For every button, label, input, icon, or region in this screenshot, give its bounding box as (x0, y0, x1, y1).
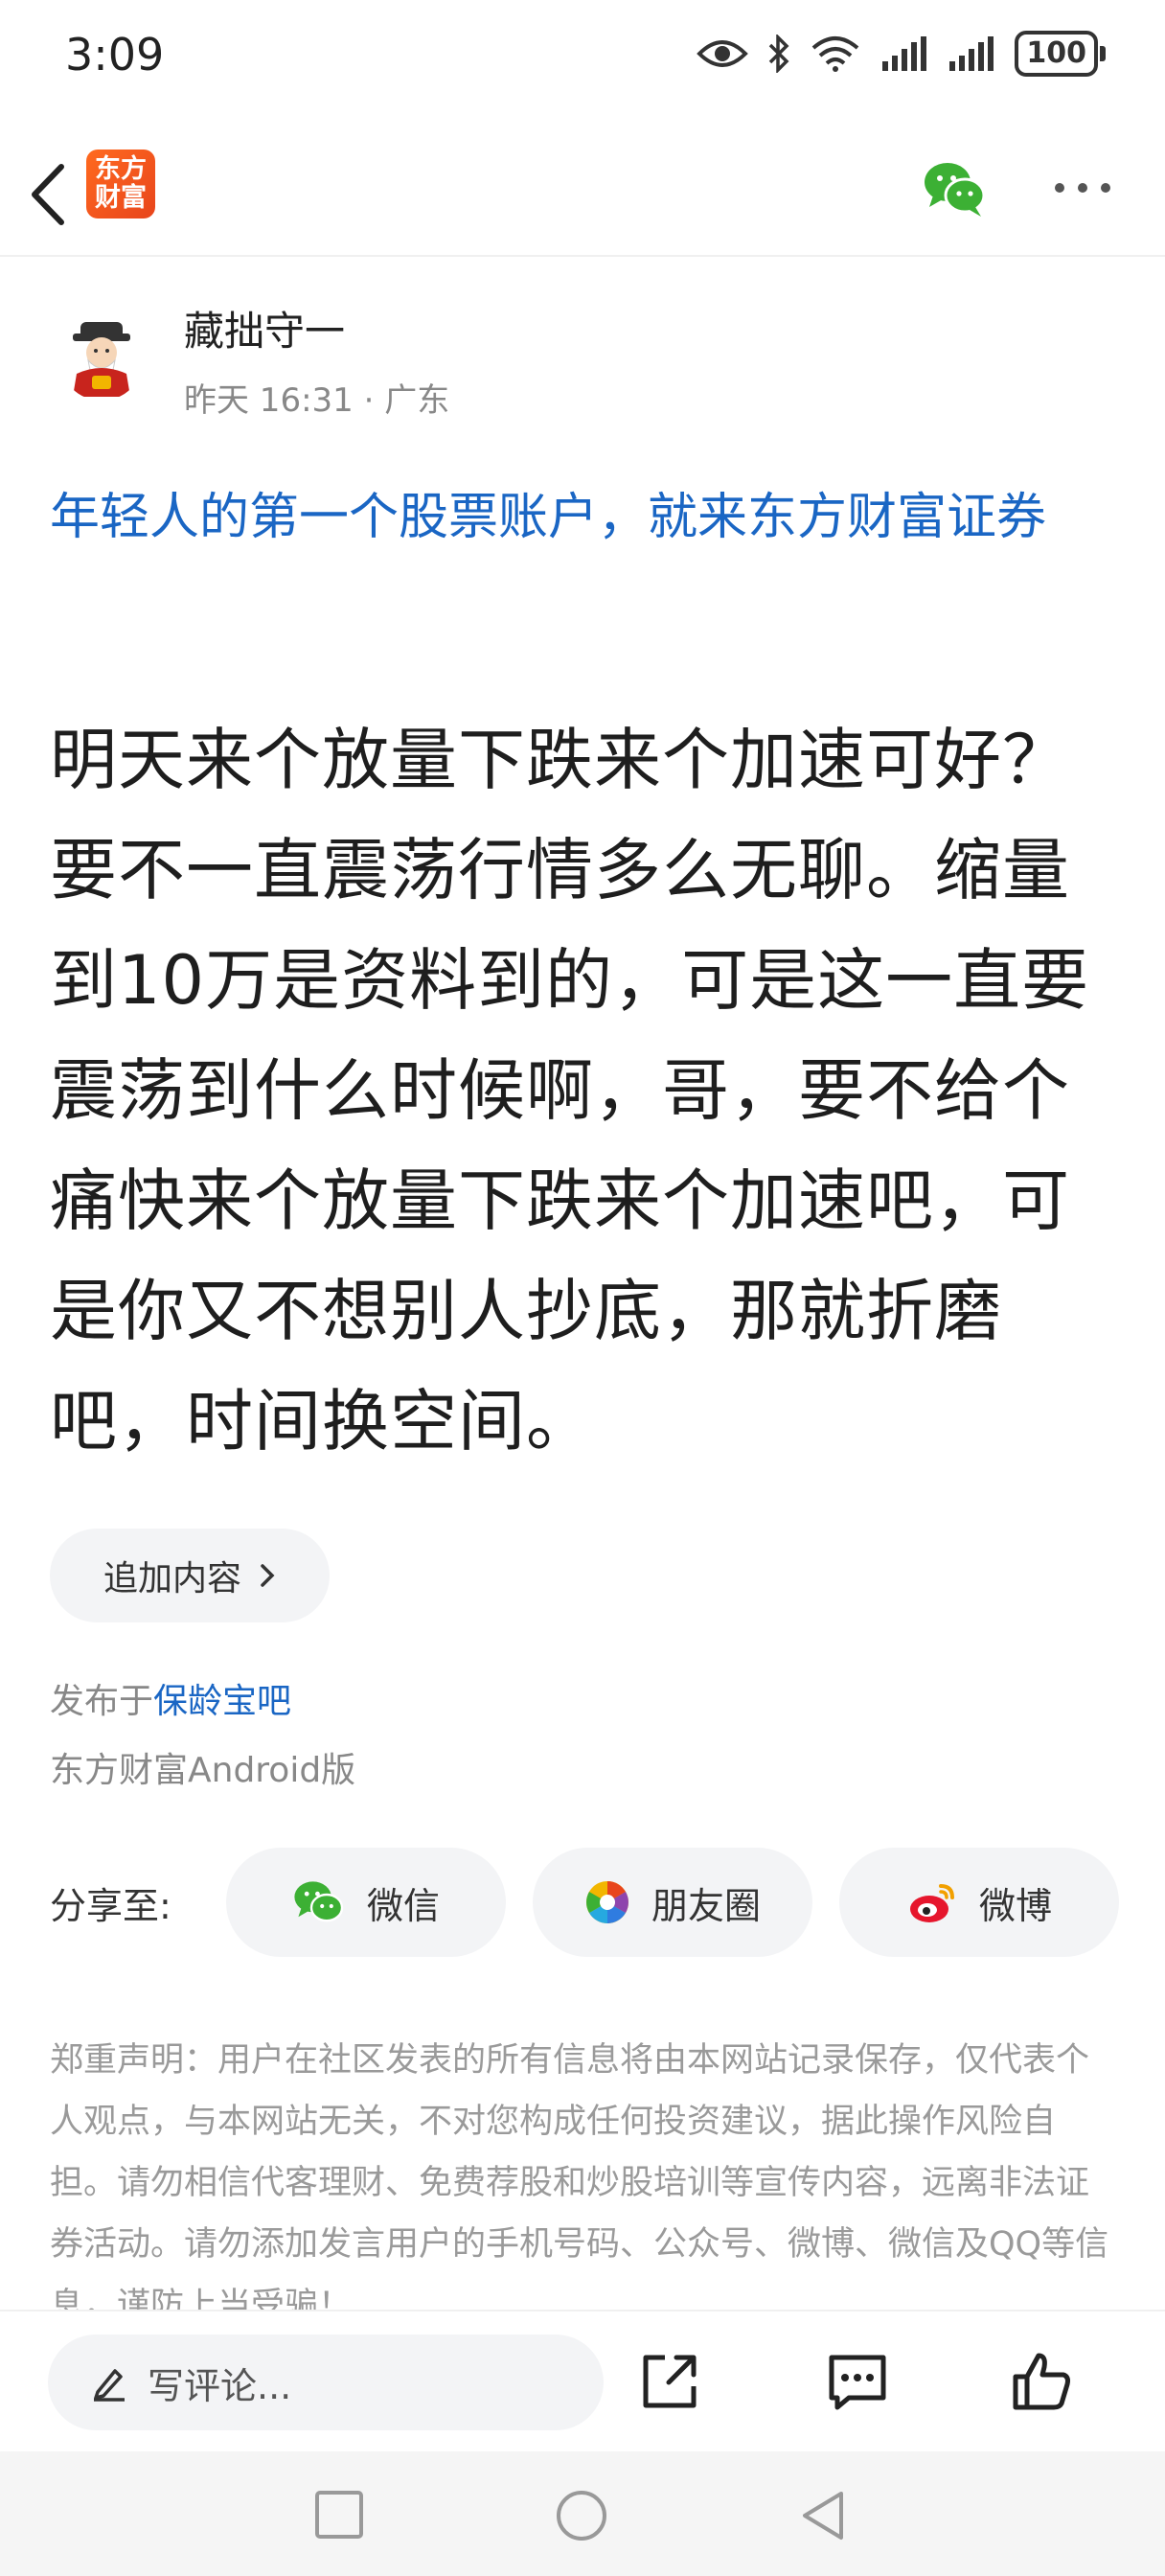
chevron-right-icon (261, 1564, 275, 1587)
post-location: 广东 (384, 381, 450, 420)
comment-placeholder: 写评论... (148, 2364, 292, 2407)
status-time: 3:09 (65, 29, 165, 80)
comment-icon[interactable] (824, 2348, 891, 2415)
app-logo[interactable]: 东方 财富 (86, 150, 155, 218)
append-content-label: 追加内容 (103, 1559, 241, 1598)
signal-icon-1 (882, 36, 927, 71)
post-meta: 昨天 16:31 · 广东 (184, 374, 449, 421)
back-arrow-icon[interactable] (21, 159, 79, 230)
share-wechat-label: 微信 (366, 1884, 440, 1927)
wechat-icon (294, 1881, 344, 1922)
wechat-share-icon[interactable] (922, 155, 989, 222)
eye-icon (697, 40, 749, 67)
author-name[interactable]: 藏拙守一 (184, 299, 345, 357)
published-prefix: 发布于 (50, 1682, 154, 1721)
wifi-icon (812, 36, 859, 72)
post-date: 昨天 16:31 (184, 381, 354, 420)
published-in: 发布于保龄宝吧 (50, 1673, 291, 1723)
disclaimer-text: 郑重声明：用户在社区发表的所有信息将由本网站记录保存，仅代表个人观点，与本网站无… (50, 2041, 1109, 2317)
status-icons: 100 (697, 31, 1106, 77)
signal-icon-2 (949, 36, 994, 71)
comment-input[interactable]: 写评论... (48, 2334, 604, 2430)
share-weibo-label: 微博 (978, 1884, 1052, 1927)
share-wechat-button[interactable]: 微信 (226, 1848, 506, 1957)
bluetooth-icon (769, 34, 789, 73)
post-body: 明天来个放量下跌来个加速可好？要不一直震荡行情多么无聊。缩量到10万是资料到的，… (50, 721, 1090, 1460)
share-moments-label: 朋友圈 (651, 1884, 761, 1927)
promo-link[interactable]: 年轻人的第一个股票账户，就来东方财富证券 (50, 475, 1123, 560)
back-nav-icon[interactable] (799, 2490, 847, 2542)
share-out-icon[interactable] (636, 2348, 703, 2415)
logo-text-line2: 财富 (95, 183, 147, 213)
battery-indicator: 100 (1015, 31, 1106, 77)
share-weibo-button[interactable]: 微博 (839, 1848, 1119, 1957)
append-content-button[interactable]: 追加内容 (50, 1529, 330, 1622)
weibo-icon (909, 1884, 954, 1922)
meta-separator: · (363, 381, 385, 420)
logo-text-line1: 东方 (95, 154, 147, 184)
home-icon[interactable] (556, 2490, 607, 2542)
pen-icon (94, 2369, 125, 2402)
recent-apps-icon[interactable] (314, 2490, 364, 2540)
client-info: 东方财富Android版 (50, 1751, 356, 1790)
stock-bar-link[interactable]: 保龄宝吧 (153, 1682, 291, 1721)
bottom-action-bar: 写评论... (0, 2310, 1165, 2453)
more-options-icon[interactable] (1052, 169, 1113, 207)
moments-icon (585, 1881, 628, 1923)
top-nav-bar: 东方 财富 (0, 134, 1165, 257)
share-label: 分享至: (50, 1885, 171, 1927)
system-navigation-bar (0, 2451, 1165, 2576)
author-avatar[interactable] (59, 316, 144, 401)
thumbs-up-icon[interactable] (1008, 2348, 1075, 2415)
share-moments-button[interactable]: 朋友圈 (533, 1848, 812, 1957)
